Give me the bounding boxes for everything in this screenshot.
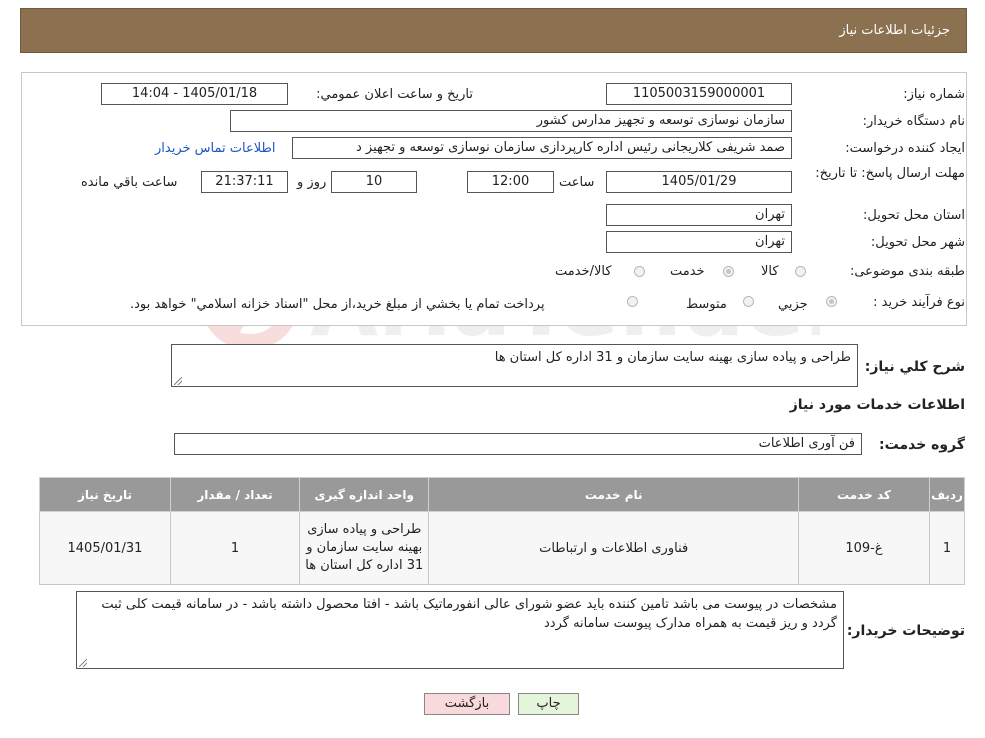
col-unit: واحد اندازه گيری — [299, 477, 430, 512]
print-button[interactable]: چاپ — [518, 693, 579, 715]
table-row: 1 غ-109 فناوری اطلاعات و ارتباطات طراحی … — [39, 511, 965, 585]
col-date: تاريخ نياز — [39, 477, 171, 512]
province-field: تهران — [606, 204, 792, 226]
process-type-label: نوع فرآيند خريد : — [873, 295, 965, 310]
announce-date-label: تاريخ و ساعت اعلان عمومي: — [316, 87, 473, 102]
table-header-row: رديف کد خدمت نام خدمت واحد اندازه گيری ت… — [39, 477, 965, 512]
services-table: رديف کد خدمت نام خدمت واحد اندازه گيری ت… — [39, 477, 965, 585]
need-number-label: شماره نياز: — [903, 87, 965, 102]
cell-name: فناوری اطلاعات و ارتباطات — [428, 511, 799, 585]
page-title: جزئيات اطلاعات نياز — [839, 23, 950, 38]
remaining-label: ساعت باقي مانده — [81, 175, 178, 190]
category-label: طبقه بندی موضوعی: — [849, 264, 965, 279]
city-label: شهر محل تحويل: — [870, 235, 965, 250]
cell-date: 1405/01/31 — [39, 511, 171, 585]
resize-grip-icon[interactable] — [174, 377, 182, 385]
days-field: 10 — [331, 171, 417, 193]
days-label: روز و — [297, 175, 327, 190]
category-both-radio[interactable] — [634, 266, 645, 277]
process-medium-label: متوسط — [686, 297, 727, 312]
buyer-contact-link[interactable]: اطلاعات تماس خريدار — [155, 141, 275, 156]
category-service-radio[interactable] — [723, 266, 734, 277]
province-label: استان محل تحويل: — [863, 208, 965, 223]
category-goods-radio[interactable] — [795, 266, 806, 277]
buyer-notes-textarea: مشخصات در پیوست می باشد تامین کننده باید… — [76, 591, 844, 669]
col-code: کد خدمت — [797, 477, 931, 512]
process-partial-radio[interactable] — [826, 296, 837, 307]
col-index: رديف — [929, 477, 965, 512]
buyer-notes-label: توضيحات خريدار: — [846, 623, 965, 639]
services-heading: اطلاعات خدمات مورد نياز — [789, 397, 965, 413]
category-service-label: خدمت — [670, 264, 705, 279]
buyer-org-label: نام دستگاه خريدار: — [862, 114, 965, 129]
deadline-time-label: ساعت — [559, 175, 595, 190]
page-header: جزئيات اطلاعات نياز — [20, 8, 967, 53]
summary-label: شرح کلي نياز: — [864, 359, 965, 375]
process-medium-radio[interactable] — [743, 296, 754, 307]
summary-textarea: طراحی و پیاده سازی بهینه سایت سازمان و 3… — [171, 344, 858, 387]
process-treasury-checkbox[interactable] — [627, 296, 638, 307]
back-button[interactable]: بازگشت — [424, 693, 510, 715]
deadline-label: مهلت ارسال پاسخ: تا تاريخ: — [815, 166, 965, 181]
cell-index: 1 — [929, 511, 965, 585]
cell-unit: طراحی و پیاده سازی بهینه سایت سازمان و 3… — [299, 511, 430, 585]
resize-grip-icon[interactable] — [79, 659, 87, 667]
deadline-date-field: 1405/01/29 — [606, 171, 792, 193]
need-number-field: 1105003159000001 — [606, 83, 792, 105]
buyer-notes-text: مشخصات در پیوست می باشد تامین کننده باید… — [101, 597, 837, 631]
summary-text: طراحی و پیاده سازی بهینه سایت سازمان و 3… — [494, 350, 851, 365]
city-field: تهران — [606, 231, 792, 253]
cell-qty: 1 — [169, 511, 301, 585]
process-treasury-note: پرداخت تمام يا بخشي از مبلغ خريد،از محل … — [130, 297, 545, 312]
category-goods-label: کالا — [761, 264, 779, 279]
announce-date-field: 1405/01/18 - 14:04 — [101, 83, 288, 105]
creator-label: ايجاد کننده درخواست: — [845, 141, 965, 156]
deadline-time-field: 12:00 — [467, 171, 554, 193]
category-both-label: کالا/خدمت — [555, 264, 612, 279]
buyer-org-field: سازمان نوسازی توسعه و تجهیز مدارس کشور — [230, 110, 792, 132]
col-name: نام خدمت — [428, 477, 799, 512]
remaining-time-field: 21:37:11 — [201, 171, 288, 193]
cell-code: غ-109 — [797, 511, 931, 585]
creator-field: صمد شریفی کلاریجانی رئیس اداره کارپردازی… — [292, 137, 792, 159]
service-group-label: گروه خدمت: — [879, 437, 965, 453]
service-group-field: فن آوری اطلاعات — [174, 433, 862, 455]
process-partial-label: جزيي — [778, 297, 808, 312]
col-qty: تعداد / مقدار — [169, 477, 301, 512]
